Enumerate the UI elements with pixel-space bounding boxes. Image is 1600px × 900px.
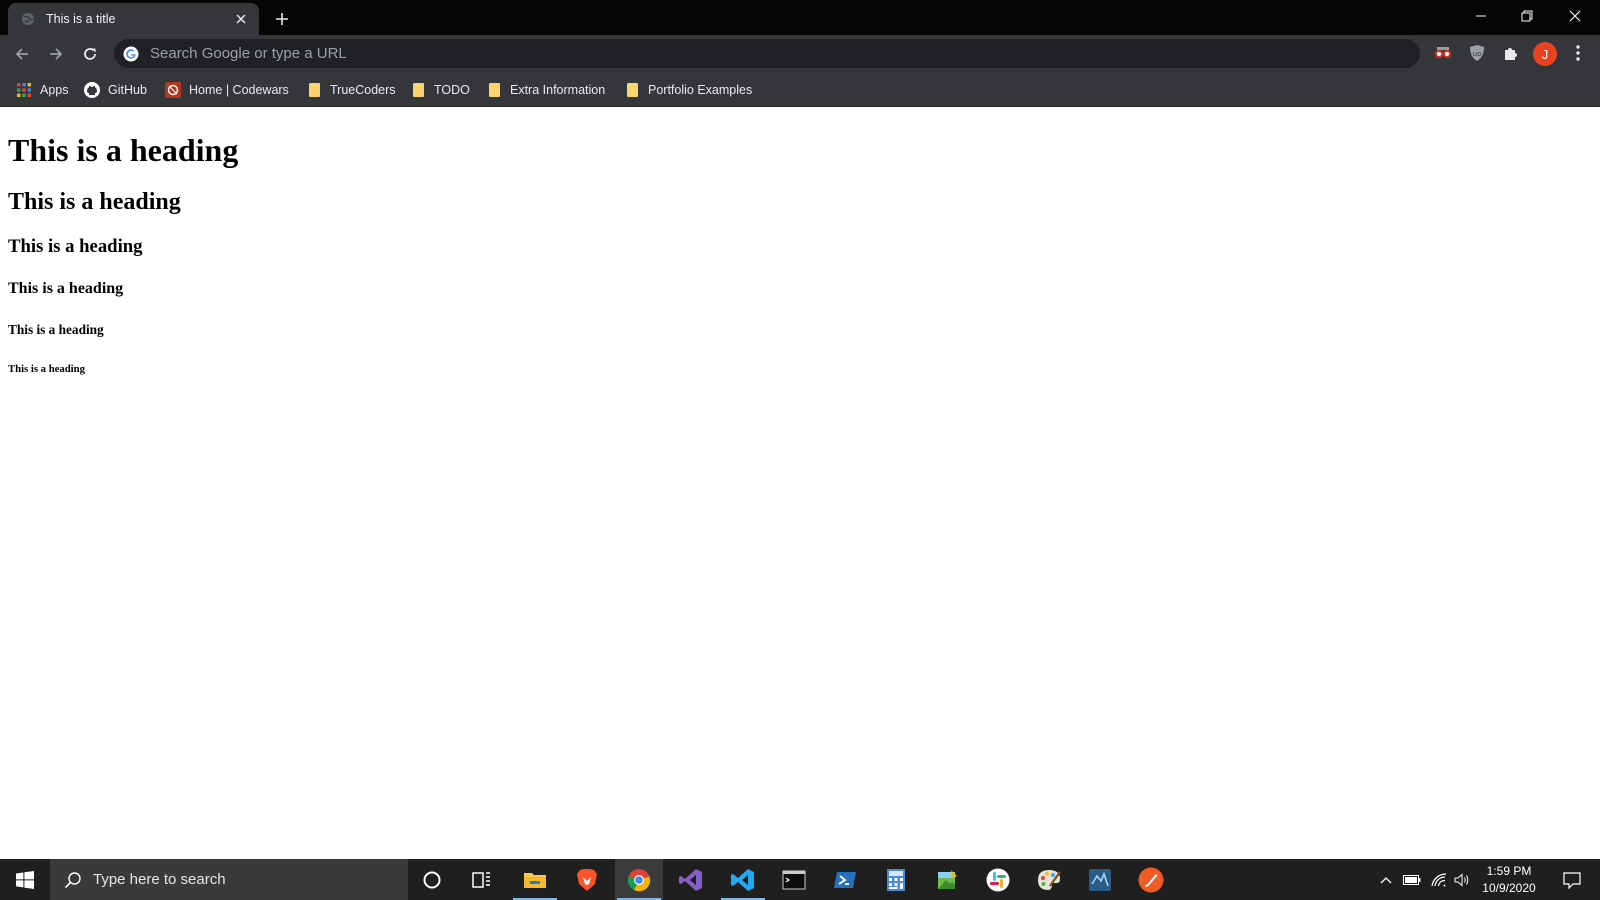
bookmark-label: TrueCoders [330,83,396,97]
taskbar-search[interactable]: Type here to search [50,859,408,900]
brave-icon[interactable] [563,859,611,900]
notifications-icon[interactable] [1552,859,1592,900]
slack-icon[interactable] [974,859,1022,900]
browser-toolbar: uo J [0,35,1600,72]
terminal-icon[interactable] [770,859,818,900]
globe-icon [20,11,36,27]
battery-icon[interactable] [1400,859,1424,900]
file-explorer-icon[interactable] [511,859,559,900]
heading-3: This is a heading [8,236,143,257]
folder-icon [624,82,640,98]
vscode-icon[interactable] [719,859,767,900]
cortana-icon[interactable] [408,859,456,900]
bookmark-codewars[interactable]: Home | Codewars [165,80,289,100]
bookmark-label: TODO [434,83,470,97]
wifi-icon[interactable] [1427,859,1451,900]
search-icon [63,870,83,890]
bookmark-label: Apps [40,83,69,97]
clock-time: 1:59 PM [1486,864,1532,878]
bookmark-label: GitHub [108,83,147,97]
folder-icon [486,82,502,98]
clock-date: 10/9/2020 [1482,881,1536,895]
github-icon [84,82,100,98]
bookmark-github[interactable]: GitHub [84,80,147,100]
paint-palette-icon[interactable] [1025,859,1073,900]
folder-icon [306,82,322,98]
close-tab-icon[interactable] [231,9,251,29]
chrome-icon[interactable] [615,859,663,900]
bookmark-todo[interactable]: TODO [410,80,470,100]
postman-icon[interactable] [1127,859,1175,900]
heading-5: This is a heading [8,322,104,337]
close-window-button[interactable] [1552,0,1598,32]
web-page-content: This is a heading This is a heading This… [8,107,1600,859]
task-view-icon[interactable] [458,859,506,900]
menu-kebab-icon[interactable] [1565,40,1591,66]
codewars-icon [165,82,181,98]
extensions-puzzle-icon[interactable] [1498,40,1524,66]
bookmark-portfolio-examples[interactable]: Portfolio Examples [624,80,752,100]
heading-2: This is a heading [8,189,181,215]
visual-studio-icon[interactable] [667,859,715,900]
tab-strip: This is a title [0,0,1600,35]
bookmark-label: Portfolio Examples [648,83,753,97]
ublock-shield-icon[interactable]: uo [1464,40,1490,66]
bookmark-label: Extra Information [510,83,606,97]
minimize-button[interactable] [1458,0,1504,32]
heading-4: This is a heading [8,280,124,297]
bookmark-label: Home | Codewars [189,83,289,97]
mysql-workbench-icon[interactable] [1076,859,1124,900]
bookmarks-bar: Apps GitHub Home | Codewars TrueCoders T… [0,72,1600,107]
forward-button[interactable] [42,40,70,68]
bookmark-truecoders[interactable]: TrueCoders [306,80,396,100]
tab-title: This is a title [46,12,116,26]
heading-6: This is a heading [8,363,85,375]
extension-glasses-icon[interactable] [1430,40,1456,66]
address-input[interactable] [150,45,1350,62]
restore-button[interactable] [1504,0,1550,32]
show-hidden-icons-chevron-icon[interactable] [1376,859,1396,900]
address-bar[interactable] [114,39,1420,68]
new-tab-button[interactable] [270,7,294,31]
browser-tab[interactable]: This is a title [8,3,259,35]
bookmark-apps[interactable]: Apps [16,80,69,100]
search-placeholder: Type here to search [93,871,226,888]
calculator-icon[interactable] [872,859,920,900]
volume-icon[interactable] [1451,859,1473,900]
bookmark-extra-information[interactable]: Extra Information [486,80,605,100]
start-button[interactable] [0,859,50,900]
heading-1: This is a heading [8,132,239,168]
windows-taskbar: Type here to search 1:59 PM 10/9/2020 [0,859,1600,900]
svg-text:uo: uo [1473,50,1482,58]
google-icon [122,45,140,63]
reload-button[interactable] [76,40,104,68]
system-clock[interactable]: 1:59 PM 10/9/2020 [1474,863,1544,897]
back-button[interactable] [8,40,36,68]
apps-grid-icon [16,82,32,98]
paint-icon[interactable] [923,859,971,900]
folder-icon [410,82,426,98]
powershell-icon[interactable] [821,859,869,900]
profile-avatar[interactable]: J [1533,42,1557,66]
